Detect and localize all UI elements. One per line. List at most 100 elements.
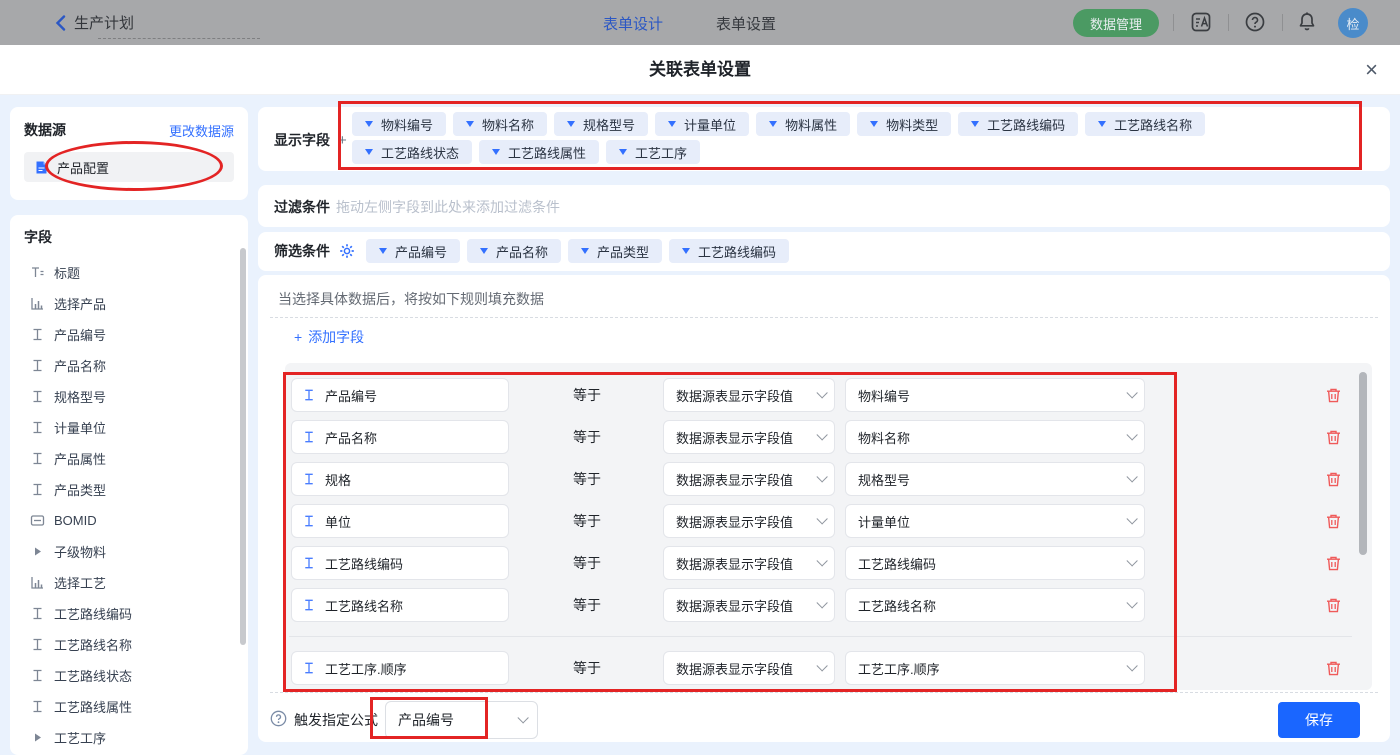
translate-icon[interactable]: [1190, 11, 1212, 33]
delete-rule-button[interactable]: [1325, 660, 1342, 677]
value-select[interactable]: 工艺路线编码: [845, 546, 1145, 580]
field-item[interactable]: BOMID: [24, 505, 234, 536]
value-select[interactable]: 计量单位: [845, 504, 1145, 538]
close-button[interactable]: ×: [1365, 55, 1378, 85]
field-item-label: BOMID: [54, 513, 97, 528]
save-button[interactable]: 保存: [1278, 702, 1360, 738]
rule-field-input[interactable]: 工艺工序.顺序: [291, 651, 509, 685]
chevron-down-icon: [1126, 429, 1137, 440]
gear-icon[interactable]: [339, 243, 355, 259]
field-item[interactable]: 工艺路线状态: [24, 660, 234, 691]
display-fields-label: 显示字段: [274, 130, 330, 150]
source-select[interactable]: 数据源表显示字段值: [663, 651, 835, 685]
rule-field-input[interactable]: 规格: [291, 462, 509, 496]
field-item[interactable]: 计量单位: [24, 412, 234, 443]
display-field-tag[interactable]: 工艺路线属性: [479, 140, 599, 164]
field-item[interactable]: 工艺路线编码: [24, 598, 234, 629]
chevron-down-icon: [1126, 597, 1137, 608]
text-field-icon: [30, 482, 45, 497]
delete-rule-button[interactable]: [1325, 513, 1342, 530]
rules-scrollbar[interactable]: [1359, 372, 1367, 555]
field-item[interactable]: 子级物料: [24, 536, 234, 567]
display-field-tag[interactable]: 工艺工序: [606, 140, 700, 164]
field-item[interactable]: 工艺工序: [24, 722, 234, 753]
id-field-icon: [30, 513, 45, 528]
help-icon[interactable]: [1244, 11, 1266, 33]
field-item-label: 工艺路线名称: [54, 635, 132, 654]
filter-label: 过滤条件: [274, 197, 330, 217]
delete-rule-button[interactable]: [1325, 387, 1342, 404]
rule-field-input[interactable]: 工艺路线名称: [291, 588, 509, 622]
field-item[interactable]: 选择工艺: [24, 567, 234, 598]
avatar[interactable]: 检: [1338, 8, 1368, 38]
display-field-tag[interactable]: 工艺路线编码: [958, 112, 1078, 136]
add-field-link[interactable]: + 添加字段: [294, 327, 364, 347]
data-manage-button[interactable]: 数据管理: [1073, 9, 1159, 37]
value-select[interactable]: 物料名称: [845, 420, 1145, 454]
source-select[interactable]: 数据源表显示字段值: [663, 378, 835, 412]
source-select-value: 数据源表显示字段值: [676, 512, 793, 531]
chevron-down-icon: [1126, 660, 1137, 671]
trigger-formula-value: 产品编号: [398, 710, 454, 730]
trigger-formula-select[interactable]: 产品编号: [385, 701, 538, 739]
display-field-tag[interactable]: 物料类型: [857, 112, 951, 136]
modal-title: 关联表单设置: [0, 45, 1400, 95]
change-datasource-link[interactable]: 更改数据源: [169, 121, 234, 140]
trigger-help-icon[interactable]: [270, 710, 287, 727]
caret-down-icon: [379, 248, 387, 254]
delete-rule-button[interactable]: [1325, 597, 1342, 614]
delete-rule-button[interactable]: [1325, 429, 1342, 446]
criteria-tag[interactable]: 产品名称: [467, 239, 561, 263]
value-select[interactable]: 工艺路线名称: [845, 588, 1145, 622]
display-field-tag[interactable]: 物料属性: [756, 112, 850, 136]
source-select[interactable]: 数据源表显示字段值: [663, 546, 835, 580]
source-select[interactable]: 数据源表显示字段值: [663, 504, 835, 538]
value-select-value: 工艺路线名称: [858, 596, 936, 615]
display-field-tag[interactable]: 工艺路线名称: [1085, 112, 1205, 136]
delete-rule-button[interactable]: [1325, 555, 1342, 572]
tag-label: 物料类型: [886, 115, 938, 134]
datasource-item-label: 产品配置: [57, 158, 109, 177]
source-select[interactable]: 数据源表显示字段值: [663, 462, 835, 496]
caret-down-icon: [1098, 121, 1106, 127]
display-field-tag[interactable]: 物料名称: [453, 112, 547, 136]
source-select[interactable]: 数据源表显示字段值: [663, 420, 835, 454]
rule-field-input[interactable]: 产品名称: [291, 420, 509, 454]
rule-field-input[interactable]: 工艺路线编码: [291, 546, 509, 580]
back-button[interactable]: 生产计划: [55, 12, 134, 33]
field-item[interactable]: 选择产品: [24, 288, 234, 319]
rule-field-input[interactable]: 单位: [291, 504, 509, 538]
expand-arrow-icon: [30, 730, 45, 745]
field-item[interactable]: 工艺路线属性: [24, 691, 234, 722]
tab-form-settings[interactable]: 表单设置: [716, 13, 776, 34]
display-field-tag[interactable]: 规格型号: [554, 112, 648, 136]
display-field-tag[interactable]: 计量单位: [655, 112, 749, 136]
field-item[interactable]: 产品类型: [24, 474, 234, 505]
text-icon: [302, 661, 316, 675]
field-item[interactable]: 产品名称: [24, 350, 234, 381]
field-item[interactable]: 工艺路线名称: [24, 629, 234, 660]
value-select[interactable]: 规格型号: [845, 462, 1145, 496]
field-item[interactable]: 标题: [24, 257, 234, 288]
field-item[interactable]: 规格型号: [24, 381, 234, 412]
divider: [1173, 14, 1174, 31]
value-select[interactable]: 物料编号: [845, 378, 1145, 412]
display-field-tag[interactable]: 工艺路线状态: [352, 140, 472, 164]
filter-drop-placeholder[interactable]: 拖动左侧字段到此处来添加过滤条件: [336, 197, 560, 217]
add-display-field-button[interactable]: +: [338, 132, 347, 149]
delete-rule-button[interactable]: [1325, 471, 1342, 488]
field-item[interactable]: 产品编号: [24, 319, 234, 350]
bell-icon[interactable]: [1296, 11, 1318, 33]
sidebar-scrollbar[interactable]: [240, 248, 246, 645]
criteria-tag[interactable]: 产品类型: [568, 239, 662, 263]
field-item[interactable]: 产品属性: [24, 443, 234, 474]
value-select[interactable]: 工艺工序.顺序: [845, 651, 1145, 685]
add-field-label: 添加字段: [308, 327, 364, 347]
tab-form-design[interactable]: 表单设计: [603, 13, 663, 34]
datasource-item[interactable]: 产品配置: [24, 152, 234, 182]
source-select[interactable]: 数据源表显示字段值: [663, 588, 835, 622]
criteria-tag[interactable]: 产品编号: [366, 239, 460, 263]
criteria-tag[interactable]: 工艺路线编码: [669, 239, 789, 263]
display-field-tag[interactable]: 物料编号: [352, 112, 446, 136]
rule-field-input[interactable]: 产品编号: [291, 378, 509, 412]
